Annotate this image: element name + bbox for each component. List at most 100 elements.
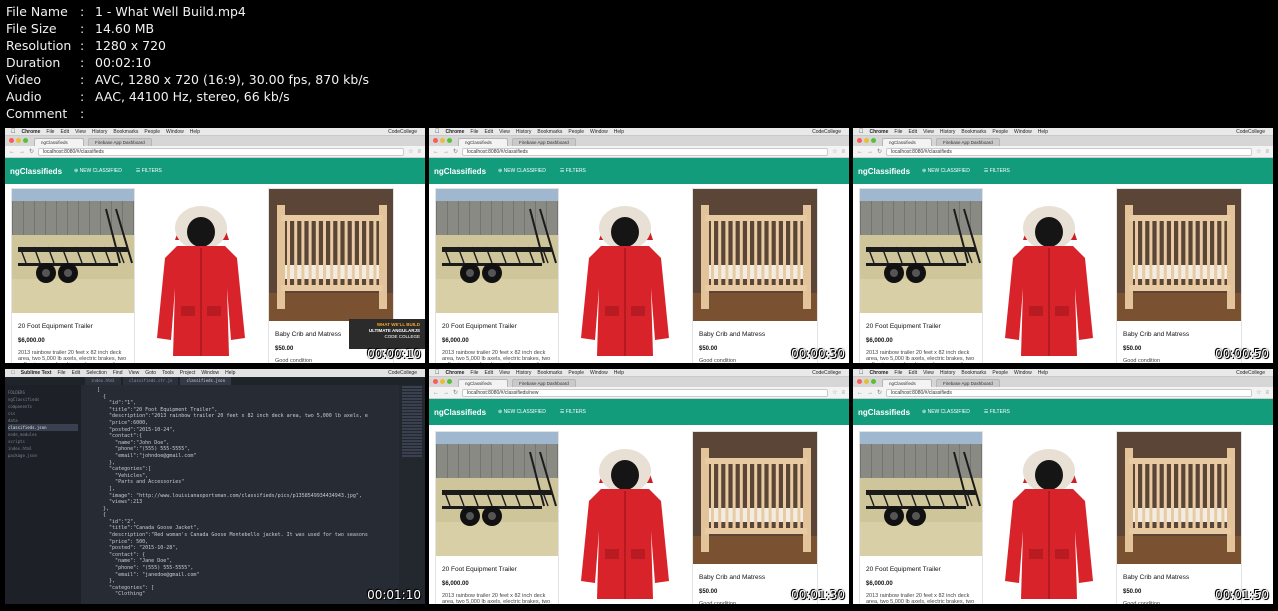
bookmark-star-icon[interactable]: ☆ [832,148,837,155]
menu-item[interactable]: View [129,370,140,376]
menu-item[interactable]: Bookmarks [537,129,562,135]
back-icon[interactable]: ← [857,149,863,155]
menu-item[interactable]: People [992,370,1008,376]
close-window-icon[interactable] [857,138,862,143]
listing-card[interactable]: 20 Foot Equipment Trailer $6,000.00 2013 r… [435,431,559,604]
menu-icon[interactable]: ≡ [841,390,845,396]
menu-item[interactable]: View [499,129,510,135]
apple-icon[interactable]:  [859,129,864,135]
menu-item[interactable]: Help [614,370,624,376]
minimize-window-icon[interactable] [440,138,445,143]
editor-tab[interactable]: classifieds.ctr.js [123,377,179,385]
menu-item[interactable]: History [516,129,532,135]
url-input[interactable]: localhost:8080/#/classifieds [38,147,405,156]
reload-icon[interactable]: ↻ [877,148,882,155]
url-input[interactable]: localhost:8080/#/classifieds [462,147,829,156]
menu-item[interactable]: History [940,370,956,376]
app-menu[interactable]: Chrome [22,129,41,135]
back-icon[interactable]: ← [433,149,439,155]
menu-item[interactable]: Bookmarks [113,129,138,135]
menu-icon[interactable]: ≡ [1265,390,1269,396]
tab-firebase[interactable]: Firebase App Dashboard [88,138,152,146]
url-input[interactable]: localhost:8080/#/classifieds [886,147,1253,156]
close-window-icon[interactable] [9,138,14,143]
menu-item[interactable]: Help [1038,370,1048,376]
minimize-window-icon[interactable] [440,379,445,384]
sidebar-file[interactable]: data [8,417,78,424]
tab-ngclassifieds[interactable]: ngClassifieds [882,138,932,146]
back-icon[interactable]: ← [9,149,15,155]
menu-item[interactable]: Edit [908,129,917,135]
filters-link[interactable]: ☰ FILTERS [560,409,586,415]
listing-card[interactable]: Baby Crib and Matress $50.00 Good conditio… [692,188,818,363]
menu-icon[interactable]: ≡ [1265,149,1269,155]
zoom-window-icon[interactable] [447,138,452,143]
tab-ngclassifieds[interactable]: ngClassifieds [458,138,508,146]
new-classified-link[interactable]: ⊕ NEW CLASSIFIED [498,409,546,415]
menu-item[interactable]: Help [614,129,624,135]
apple-icon[interactable]:  [11,129,16,135]
bookmark-star-icon[interactable]: ☆ [1256,148,1261,155]
menu-item[interactable]: People [144,129,160,135]
menu-icon[interactable]: ≡ [841,149,845,155]
menu-item[interactable]: Window [201,370,219,376]
listing-card[interactable] [989,431,1109,604]
zoom-window-icon[interactable] [871,379,876,384]
apple-icon[interactable]:  [11,370,15,376]
user-name[interactable]: CodeCollege [812,370,841,376]
forward-icon[interactable]: → [443,149,449,155]
forward-icon[interactable]: → [19,149,25,155]
menu-item[interactable]: People [568,129,584,135]
menu-item[interactable]: Edit [484,129,493,135]
listing-card[interactable]: Baby Crib and Matress $50.00 Good conditio… [1116,188,1242,363]
menu-item[interactable]: Help [225,370,235,376]
forward-icon[interactable]: → [443,390,449,396]
new-classified-link[interactable]: ⊕ NEW CLASSIFIED [922,409,970,415]
sidebar-file[interactable]: FOLDERS [8,389,78,396]
menu-item[interactable]: Window [590,370,608,376]
app-menu[interactable]: Chrome [446,129,465,135]
forward-icon[interactable]: → [867,390,873,396]
back-icon[interactable]: ← [433,390,439,396]
menu-item[interactable]: File [58,370,66,376]
thumbnail-3[interactable]:  Chrome File Edit View History Bookmarks Peopl… [853,128,1273,363]
listing-card[interactable]: 20 Foot Equipment Trailer $6,000.00 2013 r… [435,188,559,363]
thumbnail-6[interactable]:  Chrome File Edit View History Bookmarks Peopl… [853,369,1273,604]
minimap[interactable] [399,385,425,604]
menu-item[interactable]: Edit [908,370,917,376]
new-classified-link[interactable]: ⊕ NEW CLASSIFIED [922,168,970,174]
sidebar-file[interactable]: index.html [8,445,78,452]
url-input[interactable]: localhost:8080/#/classifieds [886,388,1253,397]
menu-item[interactable]: Window [1014,129,1032,135]
reload-icon[interactable]: ↻ [453,148,458,155]
editor-tab[interactable]: classifieds.json [180,377,231,385]
filters-link[interactable]: ☰ FILTERS [984,409,1010,415]
back-icon[interactable]: ← [857,390,863,396]
tab-firebase[interactable]: Firebase App Dashboard [512,138,576,146]
minimize-window-icon[interactable] [864,138,869,143]
listing-card[interactable] [565,188,685,363]
menu-item[interactable]: File [894,129,902,135]
reload-icon[interactable]: ↻ [877,389,882,396]
menu-item[interactable]: History [92,129,108,135]
menu-item[interactable]: Selection [86,370,107,376]
minimize-window-icon[interactable] [864,379,869,384]
menu-item[interactable]: View [75,129,86,135]
sidebar-file[interactable]: node_modules [8,431,78,438]
listing-card[interactable] [141,188,261,363]
tab-ngclassifieds[interactable]: ngClassifieds [882,379,932,387]
menu-item[interactable]: People [992,129,1008,135]
user-name[interactable]: CodeCollege [1236,370,1265,376]
menu-item[interactable]: File [46,129,54,135]
menu-item[interactable]: Find [113,370,123,376]
sidebar-file[interactable]: css [8,410,78,417]
listing-card[interactable] [565,431,685,604]
menu-item[interactable]: View [923,370,934,376]
filters-link[interactable]: ☰ FILTERS [136,168,162,174]
menu-item[interactable]: Tools [162,370,174,376]
menu-item[interactable]: Project [180,370,196,376]
app-menu[interactable]: Chrome [870,370,889,376]
apple-icon[interactable]:  [859,370,864,376]
thumbnail-4[interactable]:  Sublime Text File Edit Selection Find View Go… [5,369,425,604]
menu-item[interactable]: Window [1014,370,1032,376]
